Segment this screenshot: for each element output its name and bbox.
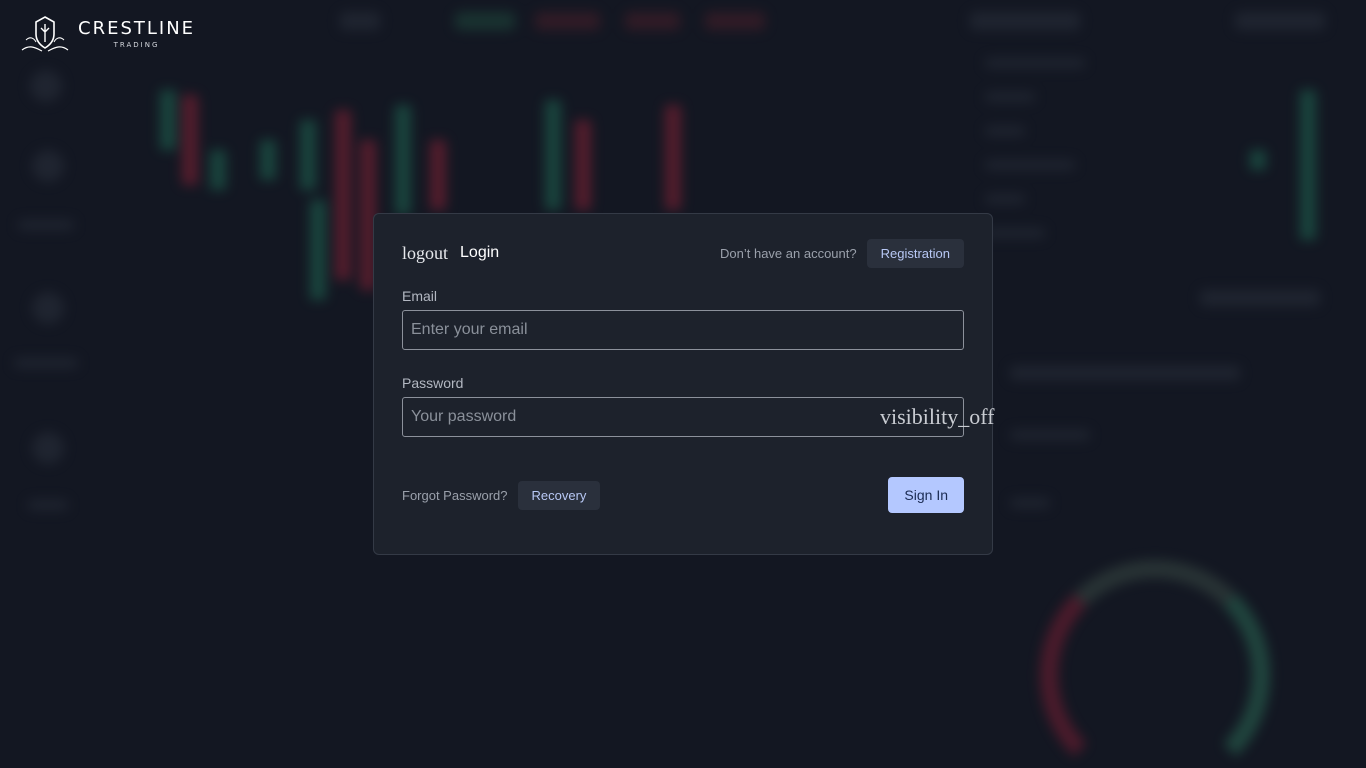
bg-text-line bbox=[985, 194, 1025, 204]
password-label: Password bbox=[402, 375, 464, 391]
bg-candle bbox=[160, 90, 176, 150]
recovery-prompt: Forgot Password? Recovery bbox=[402, 480, 601, 510]
bg-candle bbox=[182, 95, 198, 185]
registration-prompt: Don’t have an account? Registration bbox=[720, 238, 964, 268]
no-account-text: Don’t have an account? bbox=[720, 245, 857, 261]
bg-text-line bbox=[985, 58, 1085, 68]
email-label: Email bbox=[402, 288, 438, 304]
bg-topbar-chip bbox=[705, 12, 765, 30]
email-field-wrapper bbox=[402, 310, 964, 350]
page: CRESTLINE TRADING logout Login Don’t hav… bbox=[0, 0, 1366, 768]
bg-topbar-chip bbox=[340, 12, 380, 30]
bg-text-line bbox=[1200, 290, 1320, 306]
bg-candle bbox=[430, 140, 446, 210]
password-field-wrapper: visibility_off bbox=[402, 397, 995, 437]
bg-sidebar-label bbox=[18, 220, 74, 230]
logout-icon: logout bbox=[402, 242, 449, 263]
bg-text-line bbox=[985, 92, 1035, 102]
bg-sidebar-icon bbox=[32, 432, 64, 464]
bg-topbar-chip bbox=[625, 12, 680, 30]
brand-logo[interactable]: CRESTLINE TRADING bbox=[20, 14, 195, 54]
forgot-password-text: Forgot Password? bbox=[402, 487, 508, 503]
bg-topbar-chip bbox=[1235, 12, 1325, 30]
bg-text-line bbox=[985, 126, 1025, 136]
bg-topbar-chip bbox=[535, 12, 600, 30]
bg-candle bbox=[1300, 90, 1316, 240]
bg-text-line bbox=[1010, 430, 1090, 440]
bg-sidebar-icon bbox=[32, 292, 64, 324]
bg-sidebar-label bbox=[28, 500, 68, 510]
bg-candle bbox=[335, 110, 351, 280]
email-input[interactable] bbox=[402, 310, 964, 350]
dialog-title: logout Login bbox=[402, 243, 499, 264]
recovery-button[interactable]: Recovery bbox=[517, 480, 601, 510]
bg-candle bbox=[665, 105, 681, 210]
bg-topbar-chip bbox=[455, 12, 515, 30]
bg-sidebar-icon bbox=[30, 70, 62, 102]
bg-candle bbox=[545, 100, 561, 210]
brand-tagline: TRADING bbox=[113, 41, 160, 49]
login-title: Login bbox=[460, 244, 500, 261]
bg-candle bbox=[575, 120, 591, 210]
email-group: Email bbox=[402, 288, 964, 350]
brand-name: CRESTLINE bbox=[78, 18, 196, 39]
dialog-footer: Forgot Password? Recovery Sign In bbox=[402, 477, 964, 513]
dialog-header: logout Login Don’t have an account? Regi… bbox=[402, 238, 964, 268]
bg-candle bbox=[210, 150, 226, 190]
bg-text-line bbox=[985, 228, 1045, 238]
bg-sidebar-label bbox=[14, 358, 78, 368]
bg-sidebar-icon bbox=[32, 150, 64, 182]
crest-logo-icon bbox=[21, 16, 69, 52]
bg-text-line bbox=[985, 160, 1075, 170]
bg-candle bbox=[310, 200, 326, 300]
bg-topbar-chip bbox=[970, 12, 1080, 30]
brand-wordmark: CRESTLINE TRADING bbox=[78, 18, 196, 50]
bg-gauge bbox=[1040, 560, 1270, 768]
bg-candle bbox=[260, 140, 276, 180]
login-dialog: logout Login Don’t have an account? Regi… bbox=[373, 213, 995, 555]
password-group: Password visibility_off bbox=[402, 375, 995, 437]
bg-text-line bbox=[1010, 366, 1240, 380]
bg-candle bbox=[300, 120, 316, 190]
bg-candle bbox=[1250, 150, 1266, 170]
bg-text-line bbox=[1010, 498, 1050, 508]
visibility-off-icon[interactable]: visibility_off bbox=[880, 404, 995, 430]
sign-in-button[interactable]: Sign In bbox=[888, 477, 964, 513]
bg-candle bbox=[395, 105, 411, 215]
registration-button[interactable]: Registration bbox=[866, 238, 964, 268]
